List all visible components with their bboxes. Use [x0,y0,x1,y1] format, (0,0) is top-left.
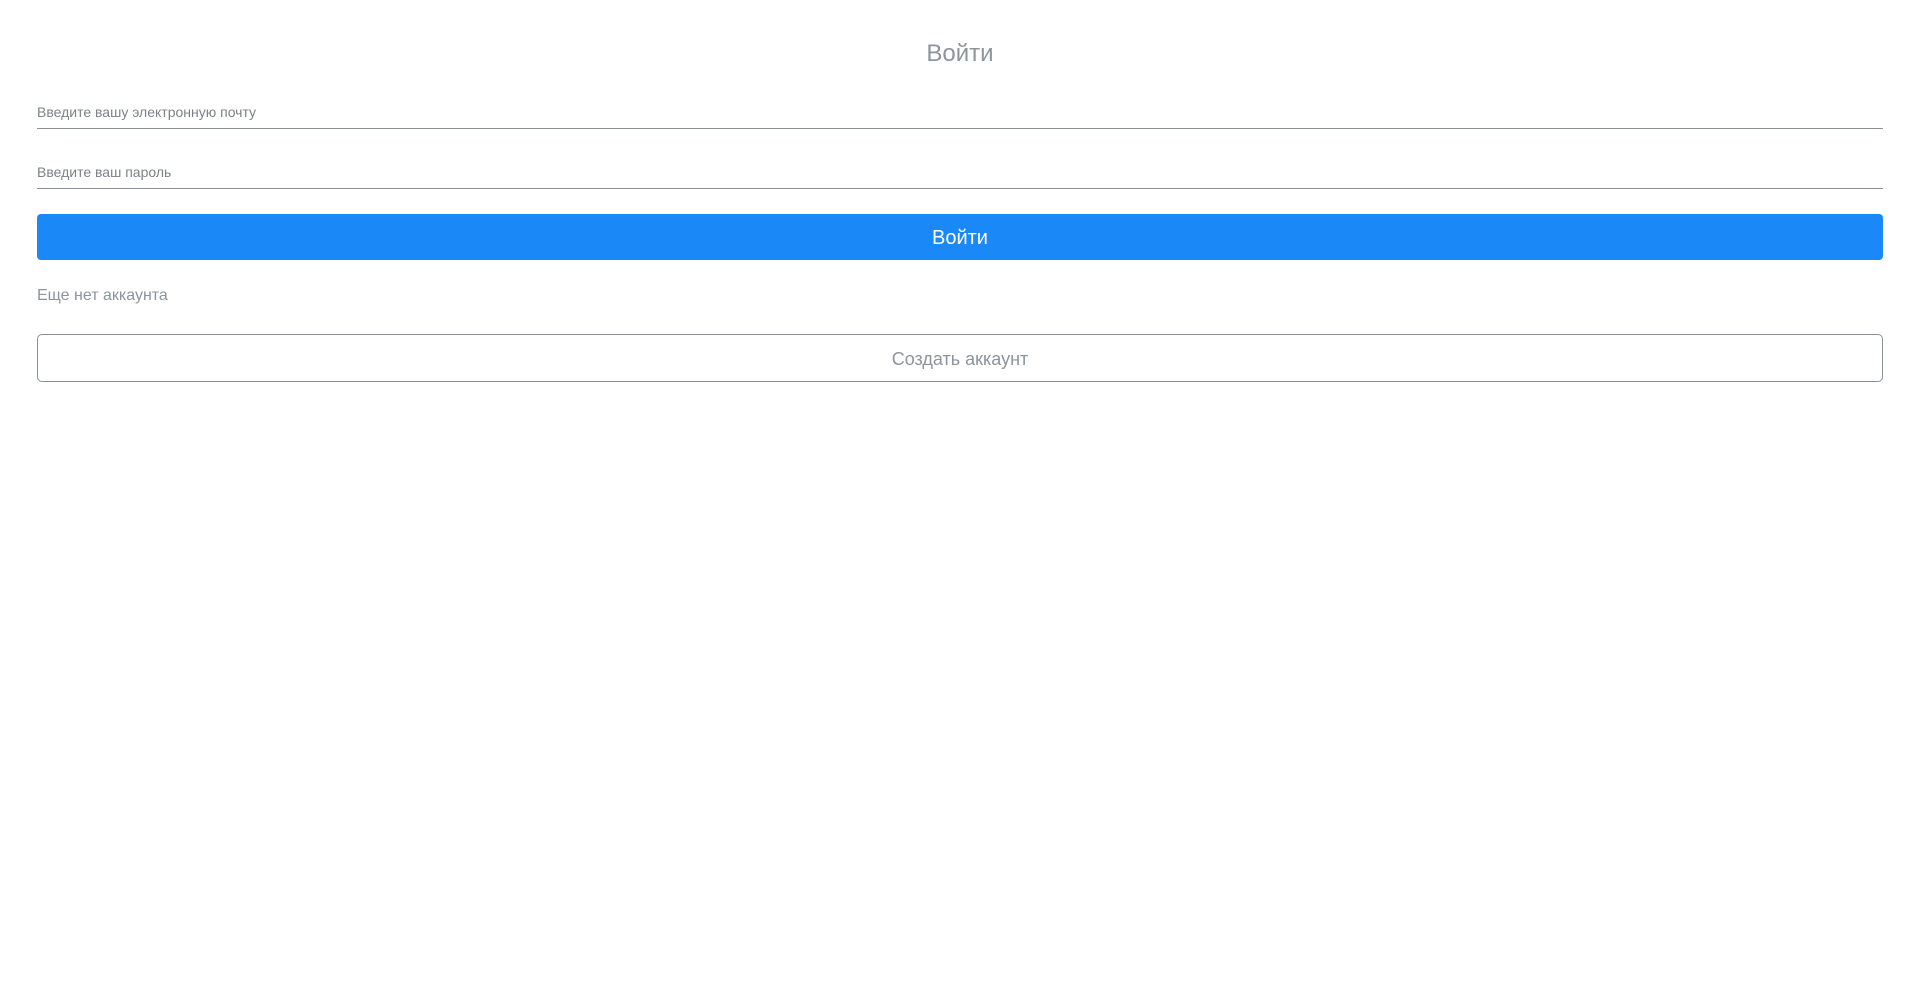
create-account-button[interactable]: Создать аккаунт [37,334,1883,382]
login-page: Войти Войти Еще нет аккаунта Создать акк… [0,0,1920,993]
login-button[interactable]: Войти [37,214,1883,260]
page-title: Войти [926,40,994,67]
email-field[interactable] [37,95,1883,129]
password-field[interactable] [37,155,1883,189]
no-account-text: Еще нет аккаунта [37,287,168,304]
